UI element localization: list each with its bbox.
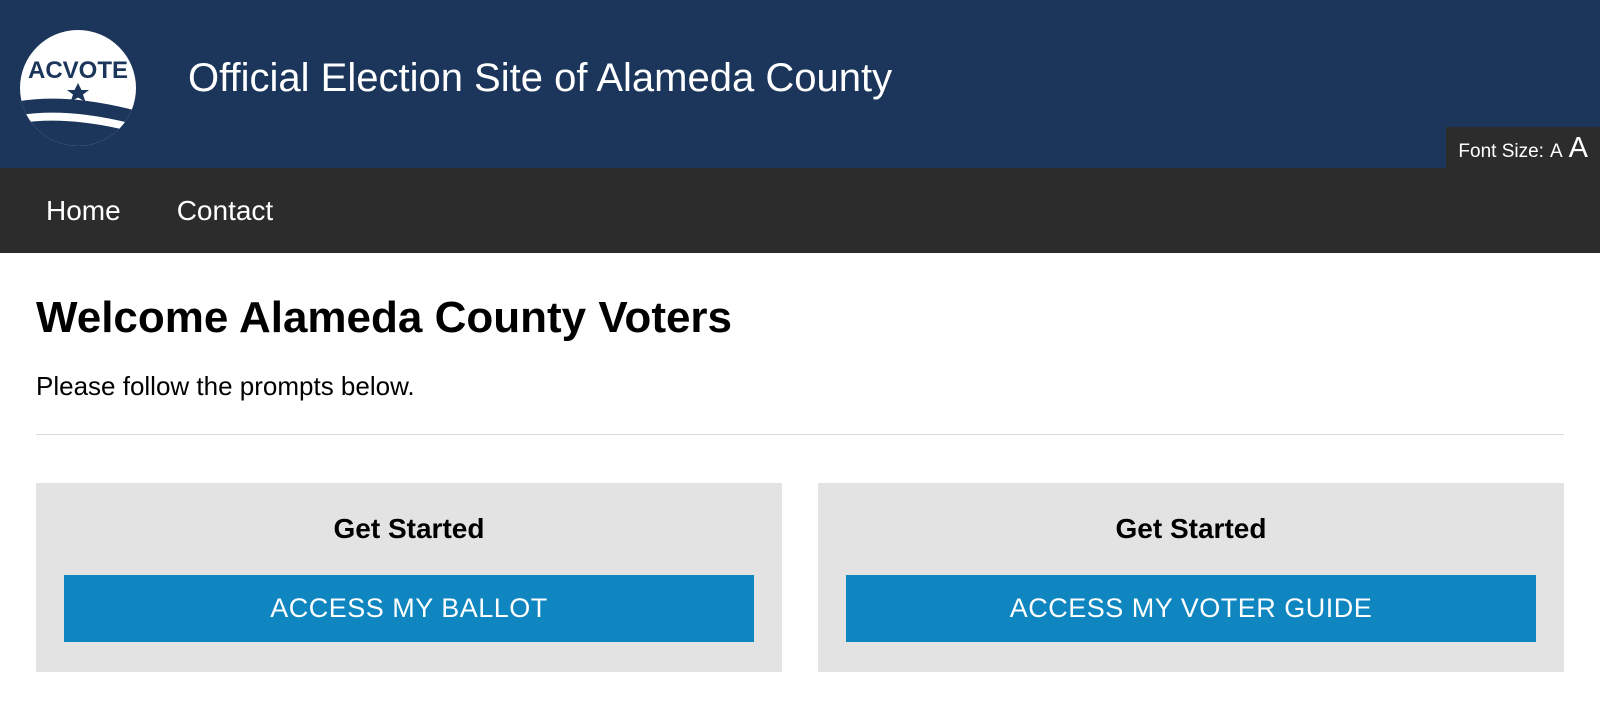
nav-contact[interactable]: Contact [177, 195, 274, 227]
cards-row: Get Started ACCESS MY BALLOT Get Started… [36, 483, 1564, 672]
font-size-control: Font Size: A A [1446, 127, 1600, 168]
logo-text: ACVOTE [28, 57, 128, 84]
page-subtitle: Please follow the prompts below. [36, 371, 1564, 402]
card-heading: Get Started [846, 513, 1536, 545]
card-heading: Get Started [64, 513, 754, 545]
font-size-small-button[interactable]: A [1550, 141, 1563, 163]
main-nav: Home Contact [0, 168, 1600, 253]
acvote-logo: ACVOTE [18, 28, 138, 148]
nav-home[interactable]: Home [46, 195, 121, 227]
font-size-large-button[interactable]: A [1569, 132, 1588, 165]
site-header: ACVOTE Official Election Site of Alameda… [0, 0, 1600, 168]
access-ballot-button[interactable]: ACCESS MY BALLOT [64, 575, 754, 642]
main-content: Welcome Alameda County Voters Please fol… [0, 253, 1600, 672]
divider [36, 434, 1564, 435]
font-size-label: Font Size: [1458, 141, 1544, 163]
card-voter-guide: Get Started ACCESS MY VOTER GUIDE [818, 483, 1564, 672]
access-voter-guide-button[interactable]: ACCESS MY VOTER GUIDE [846, 575, 1536, 642]
card-ballot: Get Started ACCESS MY BALLOT [36, 483, 782, 672]
site-title: Official Election Site of Alameda County [188, 56, 892, 101]
page-title: Welcome Alameda County Voters [36, 293, 1564, 343]
